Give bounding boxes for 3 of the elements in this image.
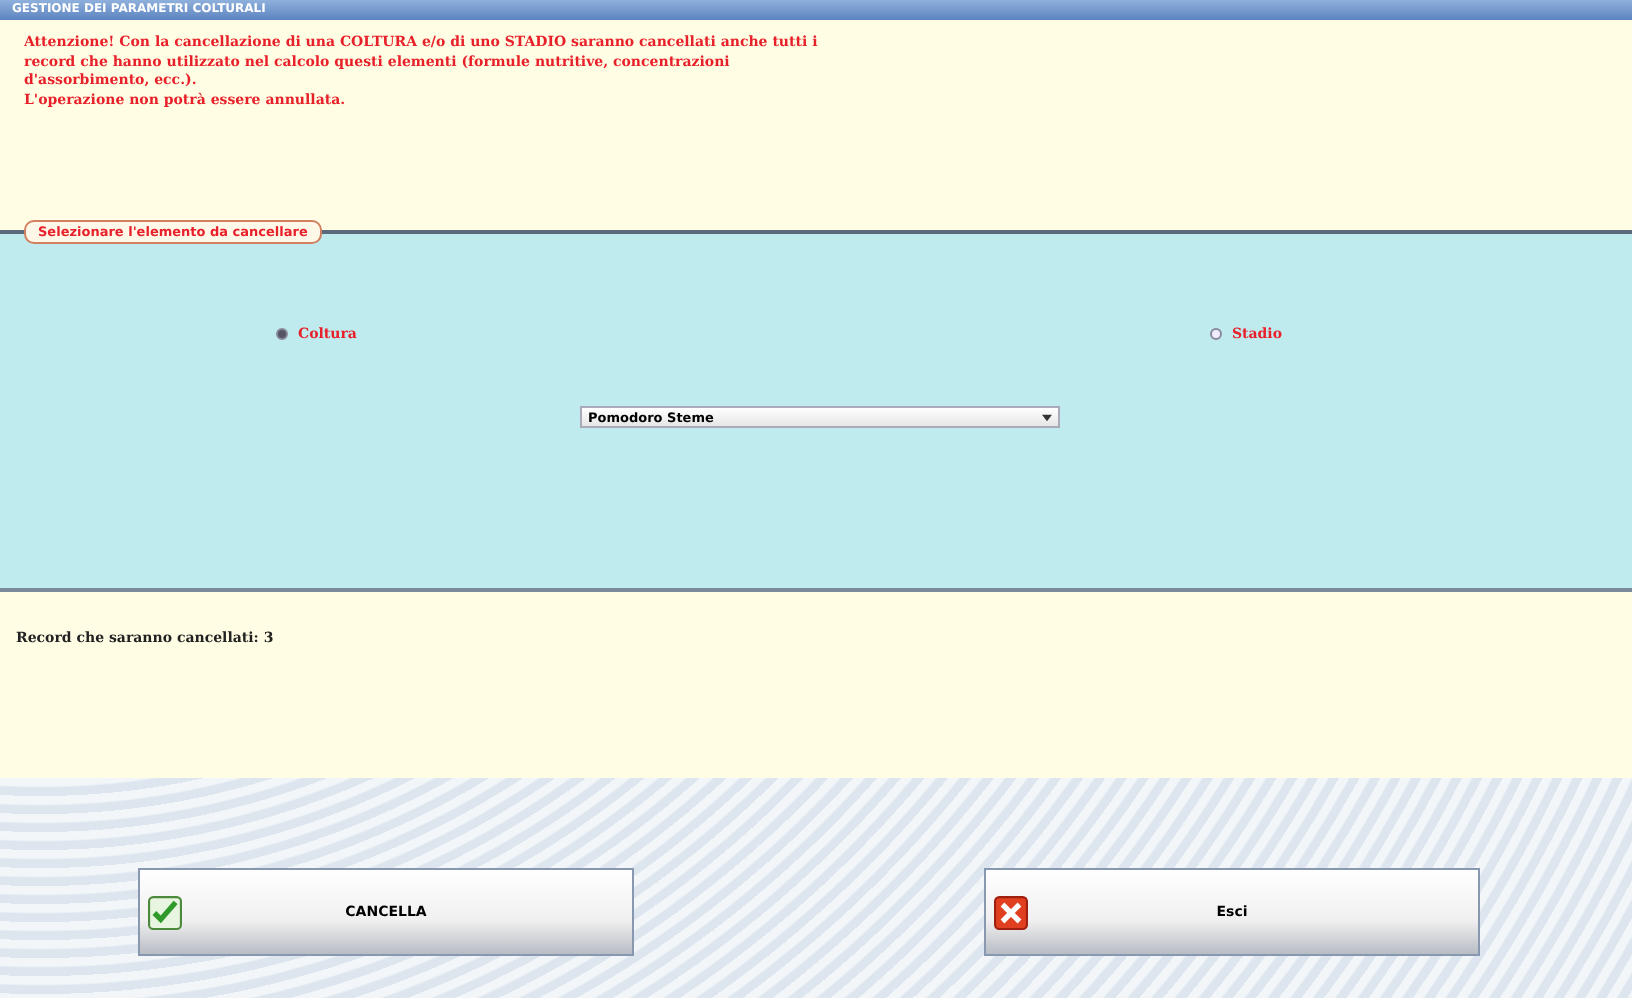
caret-icon xyxy=(1042,413,1052,421)
checkmark-icon xyxy=(148,895,182,929)
close-icon xyxy=(994,895,1028,929)
